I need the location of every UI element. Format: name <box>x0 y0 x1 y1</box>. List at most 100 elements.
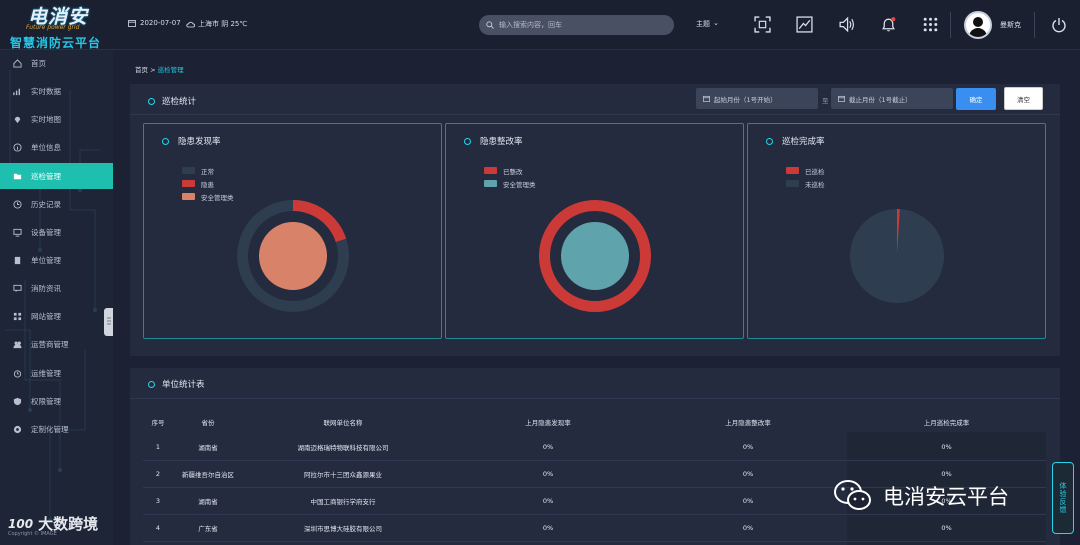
sidebar-collapse-handle[interactable] <box>104 308 113 336</box>
table-cell: 阿拉尔市十三团众鑫源果业 <box>304 471 382 479</box>
weather-text: 上海市 阴 25℃ <box>198 20 248 28</box>
start-month-input[interactable]: 起始月份（1号开始） <box>696 88 818 109</box>
pie-slice-未巡检[interactable] <box>850 209 944 303</box>
folder-icon <box>13 173 22 179</box>
cloud-icon <box>186 21 195 27</box>
inspection-completion-card: 巡检完成率 已巡检 未巡检 <box>747 123 1046 339</box>
end-month-input[interactable]: 截止月份（1号截止） <box>831 88 953 109</box>
sidebar: 首页实时数据实时地图 单位信息巡检管理历史记录设备管理单位管理消防资讯网站管理运营… <box>0 50 113 545</box>
card-title: 巡检完成率 <box>766 135 825 147</box>
inner-slice-安全管理类[interactable] <box>561 222 629 290</box>
header-divider <box>950 12 951 38</box>
clear-button[interactable]: 清空 <box>1004 87 1043 110</box>
table-cell: 湖南省 <box>198 498 218 506</box>
date-text: 2020-07-07 <box>140 19 181 27</box>
alarm-icon <box>13 369 22 378</box>
building-icon <box>14 256 21 264</box>
table-cell: 0% <box>742 497 754 505</box>
user-icon <box>969 17 987 37</box>
legend-item[interactable]: 已整改 <box>484 164 536 177</box>
sidebar-item[interactable]: 实时数据 <box>0 78 113 104</box>
trend-chart-icon[interactable] <box>796 16 813 33</box>
avatar[interactable] <box>964 11 992 39</box>
table-row[interactable]: 1 湖南省 湖南迈格瑞特物联科技有限公司 0% 0% 0% <box>143 434 1046 461</box>
sidebar-item-label: 实时数据 <box>31 86 61 96</box>
legend-item[interactable]: 已巡检 <box>786 164 825 177</box>
speaker-icon[interactable] <box>838 16 855 33</box>
confirm-button[interactable]: 确定 <box>956 88 996 110</box>
sidebar-item-label: 历史记录 <box>31 199 61 209</box>
legend-swatch <box>182 180 195 187</box>
right-watermark: 电消安云平台 <box>833 478 1009 514</box>
watermark-mark: 100 <box>8 516 34 531</box>
theme-dropdown[interactable]: 主题 ⌄ <box>696 19 719 29</box>
scan-icon[interactable] <box>754 16 771 33</box>
sidebar-item[interactable]: 消防资讯 <box>0 275 113 301</box>
chart-title: 隐患发现率 <box>178 137 221 147</box>
feedback-button[interactable]: 体验反馈 <box>1052 462 1074 534</box>
shield-icon <box>13 397 22 405</box>
breadcrumb-current: 巡检管理 <box>157 66 184 74</box>
sidebar-item[interactable]: 巡检管理 <box>0 163 113 189</box>
table-panel-title: 单位统计表 <box>148 378 205 390</box>
sidebar-item-label: 网站管理 <box>31 311 61 321</box>
title-dot-icon <box>148 380 155 388</box>
legend-item[interactable]: 未巡检 <box>786 177 825 190</box>
stats-title-text: 巡检统计 <box>162 97 197 107</box>
legend-item[interactable]: 正常 <box>182 164 234 177</box>
sidebar-item[interactable]: 单位信息 <box>0 134 113 160</box>
breadcrumb-home[interactable]: 首页 <box>135 66 148 74</box>
monitor-icon <box>13 228 22 237</box>
panel-divider <box>130 398 1060 399</box>
column-header: 上月隐患发现率 <box>525 419 571 427</box>
table-cell: 0% <box>542 470 554 478</box>
end-month-placeholder: 截止月份（1号截止） <box>849 95 912 104</box>
legend-swatch <box>182 193 195 200</box>
username[interactable]: 曼斯克 <box>1000 20 1021 30</box>
sidebar-item[interactable]: 运营商管理 <box>0 331 113 357</box>
watermark-brand-right: 电消安云平台 <box>883 485 1009 509</box>
panel-divider <box>130 114 1060 115</box>
title-dot-icon <box>162 137 169 145</box>
sidebar-item-label: 设备管理 <box>31 227 61 237</box>
power-icon[interactable] <box>1051 17 1067 33</box>
search-icon <box>486 21 494 29</box>
inspection-completion-chart[interactable] <box>827 186 967 326</box>
sidebar-item-label: 巡检管理 <box>31 171 61 181</box>
table-cell: 湖南省 <box>198 444 218 452</box>
logo[interactable]: 电消安 Future power grid 智慧消防云平台 <box>6 2 116 50</box>
title-dot-icon <box>148 97 155 105</box>
sidebar-item[interactable]: 网站管理 <box>0 303 113 329</box>
bell-icon[interactable] <box>880 16 897 33</box>
sidebar-item[interactable]: 定制化管理 <box>0 416 113 442</box>
sidebar-item[interactable]: 实时地图 <box>0 106 113 132</box>
breadcrumb-separator: > <box>148 66 158 74</box>
breadcrumb: 首页 > 巡检管理 <box>135 64 184 74</box>
sidebar-item[interactable]: 权限管理 <box>0 388 113 414</box>
legend-label: 未巡检 <box>805 180 825 189</box>
table-cell: 1 <box>155 443 161 451</box>
sidebar-item-label: 运营商管理 <box>31 339 69 349</box>
table-row[interactable]: 4 广东省 深圳市思博大硅胶有限公司 0% 0% 0% <box>143 515 1046 542</box>
sidebar-item[interactable]: 设备管理 <box>0 219 113 245</box>
sidebar-item[interactable]: 首页 <box>0 50 113 76</box>
inner-slice-安全管理类[interactable] <box>259 222 327 290</box>
table-cell: 3 <box>155 497 161 505</box>
apps-grid-icon[interactable] <box>922 16 939 33</box>
column-header: 联网单位名称 <box>323 419 363 427</box>
date-display: 2020-07-07 <box>128 19 181 27</box>
hazard-discovery-chart[interactable] <box>223 186 363 326</box>
logo-subtitle: Future power grid <box>26 24 80 31</box>
start-month-placeholder: 起始月份（1号开始） <box>714 95 777 104</box>
wechat-icon <box>834 480 871 510</box>
search-box[interactable] <box>479 15 674 35</box>
sidebar-item-label: 消防资讯 <box>31 283 61 293</box>
hazard-rectification-chart[interactable] <box>525 186 665 326</box>
sidebar-item[interactable]: 单位管理 <box>0 247 113 273</box>
chart-legend: 已巡检 未巡检 <box>786 164 825 190</box>
table-cell: 0% <box>941 524 952 532</box>
grid-icon <box>13 312 22 320</box>
sidebar-item[interactable]: 历史记录 <box>0 191 113 217</box>
search-input[interactable] <box>499 21 659 29</box>
sidebar-item[interactable]: 运维管理 <box>0 360 113 386</box>
